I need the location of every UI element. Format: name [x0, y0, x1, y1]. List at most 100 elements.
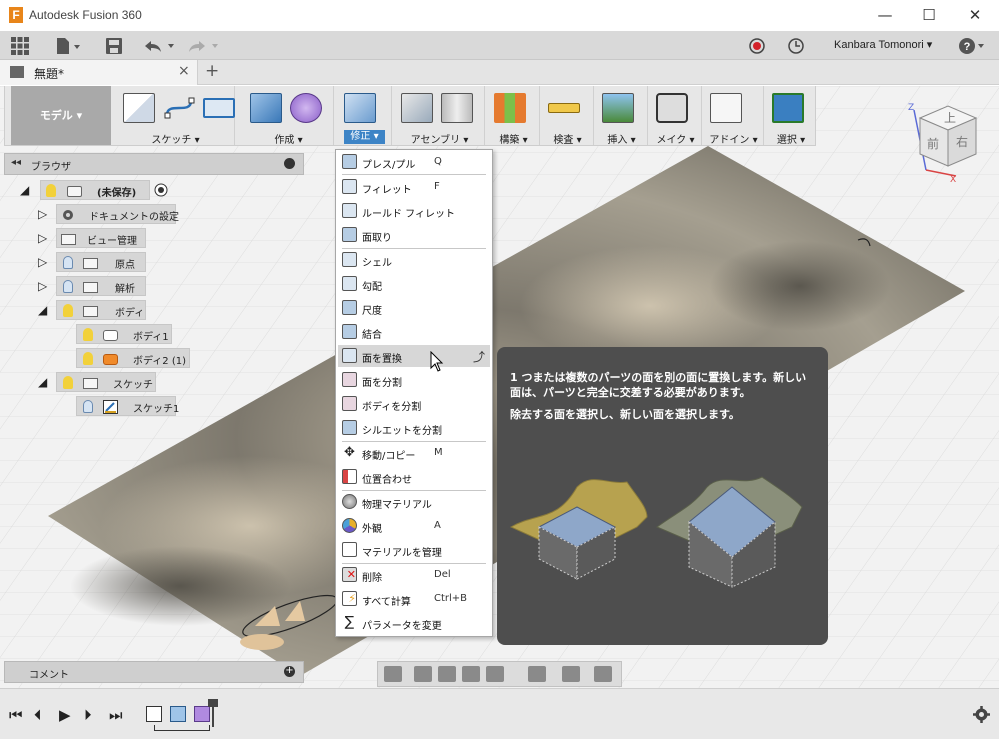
pan-hand-icon[interactable] [438, 666, 456, 682]
create-form-icon[interactable] [290, 93, 322, 123]
play-button[interactable]: ▶ [59, 706, 71, 724]
menu-item-split-face[interactable]: 面を分割 [338, 369, 490, 391]
menu-item-delete[interactable]: ✕ 削除 Del [338, 564, 490, 586]
tree-root-row[interactable]: ◢ (未保存) [18, 180, 178, 200]
browser-minimize-button[interactable] [284, 158, 295, 169]
make-group[interactable]: メイク ▾ [650, 86, 702, 146]
timeline-extrude-feature[interactable] [170, 706, 186, 722]
viewcube-right-face[interactable]: 右 [956, 134, 968, 149]
viewcube-front-face[interactable]: 前 [927, 136, 939, 151]
expand-arrow-icon[interactable]: ▷ [38, 255, 47, 269]
rectangle-icon[interactable] [203, 98, 235, 118]
menu-item-combine[interactable]: 結合 [338, 321, 490, 343]
expand-arrow-icon[interactable]: ▷ [38, 231, 47, 245]
measure-icon[interactable] [548, 103, 580, 113]
timeline-marker[interactable] [208, 699, 218, 727]
new-tab-button[interactable]: + [205, 61, 219, 81]
modify-group[interactable]: 修正 ▾ [338, 86, 392, 145]
menu-item-fillet[interactable]: フィレット F [338, 176, 490, 198]
visibility-bulb-icon[interactable] [63, 304, 73, 317]
menu-item-silhouette-split[interactable]: シルエットを分割 [338, 417, 490, 439]
orbit-icon[interactable] [384, 666, 402, 682]
menu-item-compute-all[interactable]: ⚡ すべて計算 Ctrl+B [338, 588, 490, 610]
menu-item-change-parameters[interactable]: ∑ パラメータを変更 [338, 612, 490, 634]
visibility-bulb-icon[interactable] [63, 376, 73, 389]
viewports-icon[interactable] [594, 666, 612, 682]
scripts-addins-icon[interactable] [710, 93, 742, 123]
visibility-bulb-off-icon[interactable] [63, 280, 73, 293]
tree-row-document-settings[interactable]: ▷ ドキュメントの設定 [38, 204, 179, 224]
origin-node[interactable]: 原点 [56, 252, 146, 272]
look-at-icon[interactable] [414, 666, 432, 682]
visibility-bulb-off-icon[interactable] [63, 256, 73, 269]
expand-arrow-icon[interactable]: ▷ [38, 279, 47, 293]
new-component-icon[interactable] [401, 93, 433, 123]
menu-item-align[interactable]: 位置合わせ [338, 466, 490, 488]
grid-settings-icon[interactable] [562, 666, 580, 682]
assemble-group[interactable]: アセンブリ ▾ [395, 86, 485, 146]
menu-item-press-pull[interactable]: プレス/プル Q [338, 151, 490, 173]
menu-item-physical-material[interactable]: 物理マテリアル [338, 491, 490, 513]
menu-item-rule-fillet[interactable]: ルールド フィレット [338, 200, 490, 222]
redo-icon[interactable] [189, 39, 223, 53]
visibility-bulb-icon[interactable] [83, 352, 93, 365]
tree-row-body1[interactable]: ボディ1 [76, 324, 176, 344]
sketch1-node[interactable]: スケッチ1 [76, 396, 179, 416]
menu-item-split-body[interactable]: ボディを分割 [338, 393, 490, 415]
sketch-group[interactable]: スケッチ ▾ [117, 86, 235, 146]
inspect-group[interactable]: 検査 ▾ [542, 86, 594, 146]
extrude-icon[interactable] [250, 93, 282, 123]
visibility-bulb-off-icon[interactable] [83, 400, 93, 413]
select-group[interactable]: 選択 ▾ [766, 86, 816, 146]
timeline-sketch-feature[interactable] [146, 706, 162, 722]
body1-node[interactable]: ボディ1 [76, 324, 172, 344]
create-sketch-icon[interactable] [123, 93, 155, 123]
add-comment-button[interactable]: + [284, 666, 295, 677]
tree-row-bodies[interactable]: ◢ ボディ [38, 300, 148, 320]
undo-icon[interactable] [145, 39, 179, 53]
viewcube-top-face[interactable]: 上 [944, 111, 956, 125]
zoom-icon[interactable] [462, 666, 480, 682]
collapse-arrow-icon[interactable]: ◢ [38, 303, 47, 317]
collapse-arrow-icon[interactable]: ◢ [20, 183, 29, 197]
tree-row-analysis[interactable]: ▷ 解析 [38, 276, 148, 296]
visibility-bulb-icon[interactable] [83, 328, 93, 341]
record-icon[interactable] [749, 38, 765, 54]
joint-icon[interactable] [441, 93, 473, 123]
menu-item-draft[interactable]: 勾配 [338, 273, 490, 295]
tree-row-named-views[interactable]: ▷ ビュー管理 [38, 228, 148, 248]
display-settings-icon[interactable] [528, 666, 546, 682]
close-button[interactable]: ✕ [960, 4, 990, 26]
expand-arrow-icon[interactable]: ▷ [38, 207, 47, 221]
go-to-start-button[interactable]: ⏮ [9, 706, 23, 724]
tree-row-body2[interactable]: ボディ2 (1) [76, 348, 196, 368]
press-pull-ribbon-icon[interactable] [344, 93, 376, 123]
file-menu-icon[interactable] [55, 38, 83, 54]
step-forward-button[interactable]: ⏵ [84, 706, 92, 724]
tree-row-origin[interactable]: ▷ 原点 [38, 252, 148, 272]
menu-item-replace-face[interactable]: 面を置換 ⤴ [338, 345, 490, 367]
insert-image-icon[interactable] [602, 93, 634, 123]
document-settings-node[interactable]: ドキュメントの設定 [56, 204, 179, 224]
viewcube[interactable]: Z X 上 前 右 [906, 100, 986, 182]
activate-radio-icon[interactable] [154, 183, 168, 197]
document-tab[interactable]: 無題* × [0, 60, 198, 85]
help-icon[interactable]: ? [958, 37, 988, 55]
job-status-clock-icon[interactable] [788, 38, 804, 54]
root-node[interactable]: (未保存) [40, 180, 150, 200]
minimize-button[interactable]: — [870, 4, 900, 26]
step-back-button[interactable]: ⏴ [34, 706, 42, 724]
bodies-node[interactable]: ボディ [56, 300, 146, 320]
collapse-browser-icon[interactable]: ◂◂ [11, 157, 21, 168]
menu-item-move-copy[interactable]: ✥ 移動/コピー M [338, 442, 490, 464]
body2-node[interactable]: ボディ2 (1) [76, 348, 190, 368]
tree-row-sketch1[interactable]: スケッチ1 [76, 396, 180, 416]
menu-item-scale[interactable]: 尺度 [338, 297, 490, 319]
offset-plane-icon[interactable] [494, 93, 526, 123]
data-panel-grid-icon[interactable] [11, 37, 29, 55]
collapse-arrow-icon[interactable]: ◢ [38, 375, 47, 389]
user-account-menu[interactable]: Kanbara Tomonori ▾ [834, 38, 932, 51]
insert-group[interactable]: 挿入 ▾ [596, 86, 648, 146]
tree-row-sketches[interactable]: ◢ スケッチ [38, 372, 158, 392]
create-group[interactable]: 作成 ▾ [244, 86, 334, 146]
